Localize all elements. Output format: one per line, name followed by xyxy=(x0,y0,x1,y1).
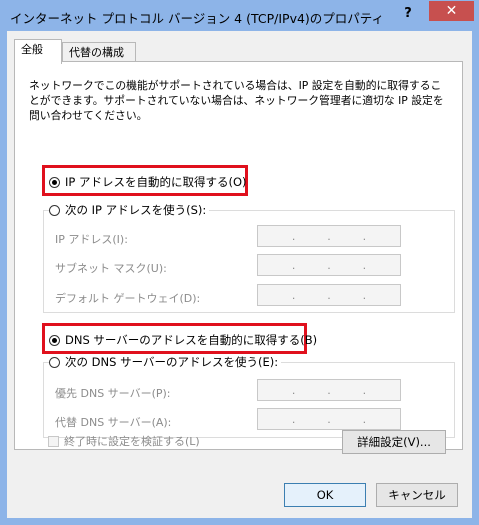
advanced-button[interactable]: 詳細設定(V)... xyxy=(342,430,446,454)
alternate-dns-label: 代替 DNS サーバー(A): xyxy=(55,416,172,429)
ip-auto-radio[interactable] xyxy=(49,176,60,188)
dns-auto-label: DNS サーバーのアドレスを自動的に取得する(B) xyxy=(65,333,318,347)
subnet-mask-label: サブネット マスク(U): xyxy=(55,262,167,275)
title-bar[interactable]: インターネット プロトコル バージョン 4 (TCP/IPv4)のプロパティ ?… xyxy=(0,0,479,32)
cancel-button[interactable]: キャンセル xyxy=(376,483,458,507)
dns-manual-label: 次の DNS サーバーのアドレスを使う(E): xyxy=(65,355,279,369)
close-button[interactable]: ✕ xyxy=(429,1,474,21)
dialog-window: インターネット プロトコル バージョン 4 (TCP/IPv4)のプロパティ ?… xyxy=(0,0,479,525)
dns-manual-option[interactable]: 次の DNS サーバーのアドレスを使う(E): xyxy=(49,354,282,370)
ip-manual-label: 次の IP アドレスを使う(S): xyxy=(65,203,207,217)
default-gateway-input[interactable]: ... xyxy=(257,284,401,306)
dns-manual-radio[interactable] xyxy=(49,356,60,368)
ok-button[interactable]: OK xyxy=(284,483,366,507)
default-gateway-label: デフォルト ゲートウェイ(D): xyxy=(55,292,201,305)
preferred-dns-input[interactable]: ... xyxy=(257,379,401,401)
tab-general[interactable]: 全般 xyxy=(14,39,62,64)
ip-address-label: IP アドレス(I): xyxy=(55,233,128,246)
dialog-client: 全般 代替の構成 ネットワークでこの機能がサポートされている場合は、IP 設定を… xyxy=(7,31,472,518)
ip-manual-option[interactable]: 次の IP アドレスを使う(S): xyxy=(49,202,210,218)
validate-option[interactable]: 終了時に設定を検証する(L) xyxy=(48,433,200,449)
validate-checkbox[interactable] xyxy=(48,435,59,447)
ip-address-input[interactable]: ... xyxy=(257,225,401,247)
subnet-mask-input[interactable]: ... xyxy=(257,254,401,276)
window-title: インターネット プロトコル バージョン 4 (TCP/IPv4)のプロパティ xyxy=(10,11,385,26)
description-text: ネットワークでこの機能がサポートされている場合は、IP 設定を自動的に取得するこ… xyxy=(29,79,444,122)
dns-auto-option[interactable]: DNS サーバーのアドレスを自動的に取得する(B) xyxy=(49,332,317,348)
help-button[interactable]: ? xyxy=(398,5,418,23)
preferred-dns-label: 優先 DNS サーバー(P): xyxy=(55,387,171,400)
ip-auto-label: IP アドレスを自動的に取得する(O) xyxy=(65,175,247,189)
alternate-dns-input[interactable]: ... xyxy=(257,408,401,430)
ip-auto-option[interactable]: IP アドレスを自動的に取得する(O) xyxy=(49,174,247,190)
validate-label: 終了時に設定を検証する(L) xyxy=(64,435,200,448)
close-icon: ✕ xyxy=(445,3,458,19)
general-panel: ネットワークでこの機能がサポートされている場合は、IP 設定を自動的に取得するこ… xyxy=(14,61,463,450)
dns-auto-radio[interactable] xyxy=(49,334,60,346)
ip-manual-radio[interactable] xyxy=(49,204,60,216)
